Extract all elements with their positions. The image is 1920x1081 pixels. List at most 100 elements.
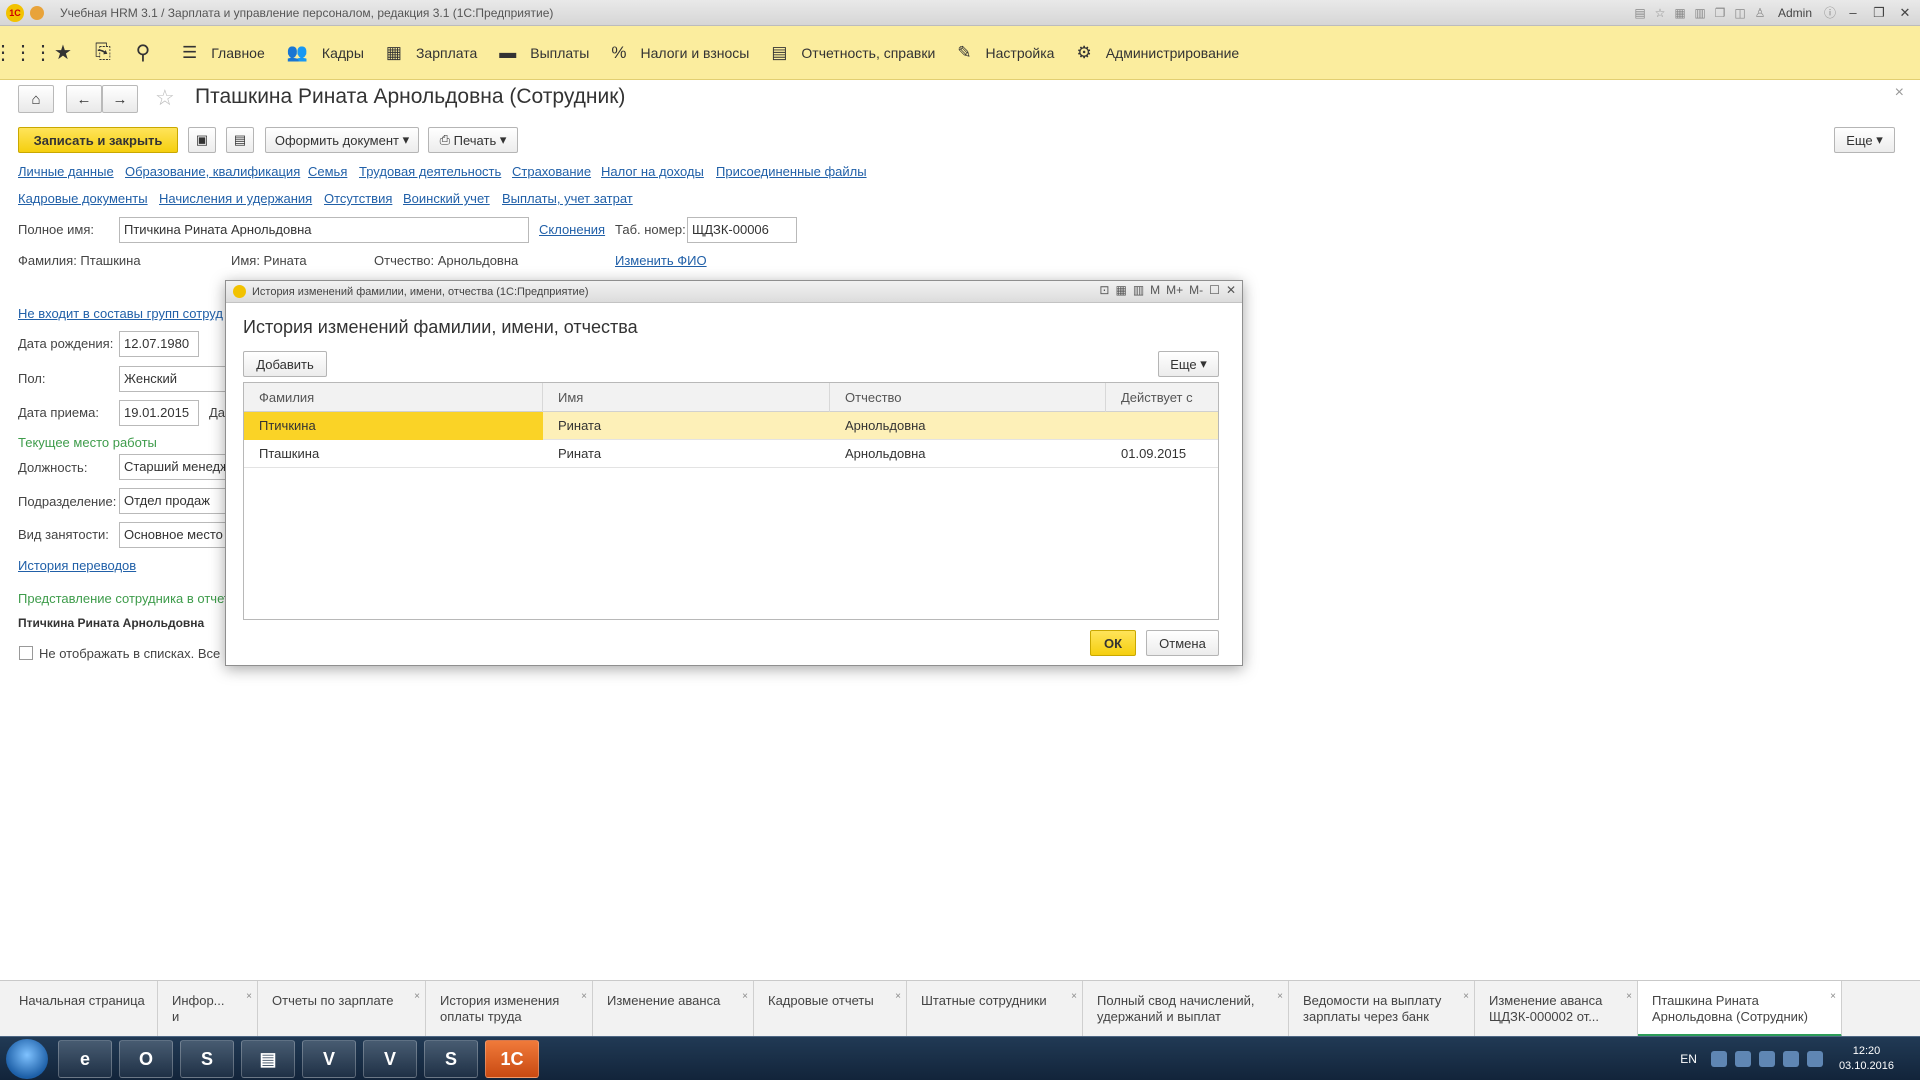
section-6[interactable]: ✎ Настройка xyxy=(957,43,1054,63)
windows-icon[interactable]: ❐ xyxy=(1712,5,1728,21)
minimize-button[interactable]: – xyxy=(1842,4,1864,22)
link-icon[interactable]: ⊡ xyxy=(1099,283,1109,297)
section-5[interactable]: ▤ Отчетность, справки xyxy=(771,43,935,63)
department-field[interactable]: Отдел продаж xyxy=(119,488,229,514)
outlook-icon[interactable]: O xyxy=(119,1040,173,1078)
birth-date-field[interactable]: 12.07.1980 xyxy=(119,331,199,357)
restore-button[interactable]: ❐ xyxy=(1868,4,1890,22)
form-section-link[interactable]: Воинский учет xyxy=(403,191,490,206)
print-dropdown[interactable]: ⎙ Печать ▾ xyxy=(428,127,518,153)
window-tab[interactable]: Ведомости на выплату зарплаты через банк… xyxy=(1289,981,1475,1037)
window-tab[interactable]: Штатные сотрудники × xyxy=(907,981,1083,1037)
skype2-icon[interactable]: S xyxy=(424,1040,478,1078)
vpn2-icon[interactable]: V xyxy=(363,1040,417,1078)
app-tray-icon[interactable] xyxy=(1782,1051,1799,1067)
search-icon[interactable]: ⚲ xyxy=(126,36,160,70)
groups-link[interactable]: Не входит в составы групп сотруд xyxy=(18,306,223,321)
window-tab[interactable]: Инфор... и × xyxy=(158,981,258,1037)
window-tab[interactable]: Отчеты по зарплате × xyxy=(258,981,426,1037)
hide-in-lists-checkbox[interactable] xyxy=(19,646,33,660)
column-since[interactable]: Действует с xyxy=(1106,383,1218,412)
close-tab-icon[interactable]: × xyxy=(1626,989,1632,1005)
favorite-star-icon[interactable]: ☆ xyxy=(155,85,175,111)
form-section-link[interactable]: Начисления и удержания xyxy=(159,191,312,206)
skype-icon[interactable]: S xyxy=(180,1040,234,1078)
more-dropdown[interactable]: Еще ▾ xyxy=(1834,127,1895,153)
current-user[interactable]: Admin xyxy=(1778,6,1812,20)
window-tab[interactable]: Изменение аванса × xyxy=(593,981,754,1037)
dialog-more-dropdown[interactable]: Еще ▾ xyxy=(1158,351,1219,377)
hire-date-field[interactable]: 19.01.2015 xyxy=(119,400,199,426)
section-2[interactable]: ▦ Зарплата xyxy=(386,43,477,63)
column-surname[interactable]: Фамилия xyxy=(244,383,543,412)
vpn-icon[interactable]: V xyxy=(302,1040,356,1078)
form-section-link[interactable]: Налог на доходы xyxy=(601,164,704,179)
memory-plus-button[interactable]: M+ xyxy=(1166,283,1183,297)
network-tray-icon[interactable] xyxy=(1758,1051,1775,1067)
panels-icon[interactable]: ◫ xyxy=(1732,5,1748,21)
volume-icon[interactable] xyxy=(1806,1051,1823,1067)
window-tab[interactable]: История изменения оплаты труда × xyxy=(426,981,593,1037)
table-row[interactable]: Пташкина Рината Арнольдовна 01.09.2015 xyxy=(244,440,1218,468)
section-4[interactable]: % Налоги и взносы xyxy=(611,43,749,63)
memory-button[interactable]: M xyxy=(1150,283,1160,297)
back-button[interactable]: ← xyxy=(66,85,102,113)
table-row[interactable]: Птичкина Рината Арнольдовна xyxy=(244,412,1218,440)
dialog-close-icon[interactable]: ✕ xyxy=(1226,283,1236,297)
window-tab[interactable]: Начальная страница xyxy=(5,981,158,1037)
window-tab[interactable]: Изменение аванса ЩДЗК-000002 от... × xyxy=(1475,981,1638,1037)
history-icon[interactable]: ▤ xyxy=(1632,5,1648,21)
explorer-icon[interactable]: ▤ xyxy=(241,1040,295,1078)
transfers-history-link[interactable]: История переводов xyxy=(18,558,136,573)
section-3[interactable]: ▬ Выплаты xyxy=(499,43,589,63)
close-window-button[interactable]: ✕ xyxy=(1894,4,1916,22)
favorites-icon[interactable]: ☆ xyxy=(1652,5,1668,21)
form-section-link[interactable]: Кадровые документы xyxy=(18,191,148,206)
full-name-field[interactable]: Птичкина Рината Арнольдовна xyxy=(119,217,529,243)
1c-icon[interactable]: 1С xyxy=(485,1040,539,1078)
favorites-star-icon[interactable]: ★ xyxy=(46,36,80,70)
close-tab-icon[interactable]: × xyxy=(1277,989,1283,1005)
close-form-icon[interactable]: × xyxy=(1895,84,1904,102)
dialog-calendar-icon[interactable]: ▥ xyxy=(1133,283,1144,297)
column-name[interactable]: Имя xyxy=(543,383,830,412)
make-document-dropdown[interactable]: Оформить документ ▾ xyxy=(265,127,419,153)
position-field[interactable]: Старший менедж xyxy=(119,454,229,480)
main-menu-icon[interactable] xyxy=(30,5,44,20)
sex-field[interactable]: Женский xyxy=(119,366,229,392)
close-tab-icon[interactable]: × xyxy=(414,989,420,1005)
close-tab-icon[interactable]: × xyxy=(1463,989,1469,1005)
column-patronymic[interactable]: Отчество xyxy=(830,383,1106,412)
dialog-maximize-icon[interactable]: ☐ xyxy=(1209,283,1220,297)
skype-tray-icon[interactable] xyxy=(1710,1051,1727,1067)
window-tab[interactable]: Кадровые отчеты × xyxy=(754,981,907,1037)
all-functions-icon[interactable]: ⋮⋮⋮ xyxy=(0,36,53,70)
add-button[interactable]: Добавить xyxy=(243,351,327,377)
form-section-link[interactable]: Семья xyxy=(308,164,347,179)
close-tab-icon[interactable]: × xyxy=(246,989,252,1005)
cancel-button[interactable]: Отмена xyxy=(1146,630,1219,656)
form-section-link[interactable]: Трудовая деятельность xyxy=(359,164,501,179)
change-fio-link[interactable]: Изменить ФИО xyxy=(615,253,707,268)
form-section-link[interactable]: Выплаты, учет затрат xyxy=(502,191,633,206)
tab-number-field[interactable]: ЩДЗК-00006 xyxy=(687,217,797,243)
employment-field[interactable]: Основное место xyxy=(119,522,229,548)
memory-minus-button[interactable]: M- xyxy=(1189,283,1203,297)
save-icon[interactable]: ▣ xyxy=(188,127,216,153)
close-tab-icon[interactable]: × xyxy=(895,989,901,1005)
start-button-icon[interactable] xyxy=(6,1039,48,1079)
report-icon[interactable]: ▤ xyxy=(226,127,254,153)
info-icon[interactable]: ⓘ xyxy=(1822,5,1838,21)
form-section-link[interactable]: Образование, квалификация xyxy=(125,164,300,179)
form-section-link[interactable]: Личные данные xyxy=(18,164,114,179)
form-section-link[interactable]: Отсутствия xyxy=(324,191,392,206)
form-section-link[interactable]: Присоединенные файлы xyxy=(716,164,867,179)
declensions-link[interactable]: Склонения xyxy=(539,222,605,237)
close-tab-icon[interactable]: × xyxy=(1071,989,1077,1005)
calculator-icon[interactable]: ▦ xyxy=(1672,5,1688,21)
close-tab-icon[interactable]: × xyxy=(1830,989,1836,1005)
ok-button[interactable]: ОК xyxy=(1090,630,1136,656)
section-7[interactable]: ⚙ Администрирование xyxy=(1076,43,1239,63)
close-tab-icon[interactable]: × xyxy=(581,989,587,1005)
calendar-icon[interactable]: ▥ xyxy=(1692,5,1708,21)
